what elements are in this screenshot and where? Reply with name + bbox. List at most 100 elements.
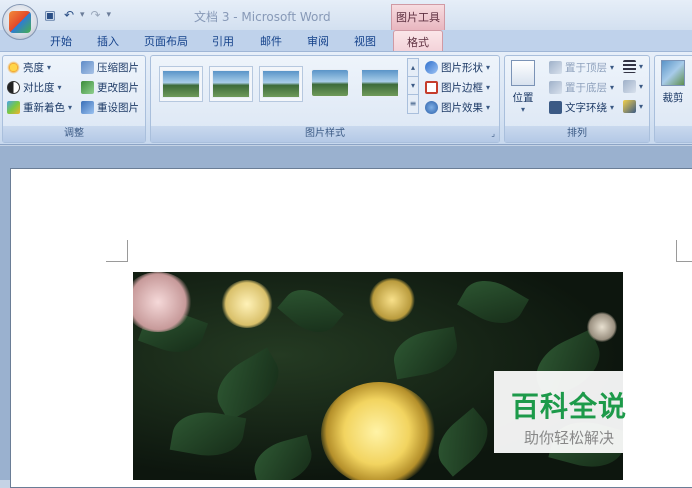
picture-styles-group-label: 图片样式 ⌟	[151, 126, 499, 142]
recolor-button[interactable]: 重新着色 ▾	[7, 100, 72, 115]
chevron-down-icon: ▾	[68, 103, 73, 112]
picture-effects-icon	[425, 101, 438, 114]
compress-pictures-button[interactable]: 压缩图片	[81, 60, 139, 75]
send-to-back-button[interactable]: 置于底层 ▾	[549, 80, 614, 95]
pale-yellow-rose	[221, 280, 273, 328]
send-to-back-label: 置于底层	[565, 82, 607, 94]
redo-icon[interactable]: ↷	[88, 7, 104, 23]
watermark-sub: 助你轻松解决	[523, 429, 614, 447]
chevron-down-icon: ▾	[47, 63, 52, 72]
tab-view[interactable]: 视图	[354, 33, 376, 49]
change-picture-button[interactable]: 更改图片	[81, 80, 139, 95]
gallery-more-icon[interactable]: ≡	[408, 95, 418, 113]
small-yellow-rose	[369, 278, 415, 322]
undo-icon[interactable]: ↶	[61, 7, 77, 23]
chevron-down-icon: ▾	[639, 82, 644, 91]
rotate-button[interactable]: ▾	[623, 100, 643, 113]
text-wrapping-label: 文字环绕	[565, 102, 607, 114]
position-label: 位置	[512, 92, 534, 104]
bring-to-front-button[interactable]: 置于顶层 ▾	[549, 60, 614, 75]
watermark: 百科全说 助你轻松解决	[494, 371, 644, 453]
reset-picture-label: 重设图片	[97, 102, 139, 114]
rotate-icon	[623, 100, 636, 113]
style-thumb-5-image	[361, 69, 399, 97]
picture-shape-icon	[425, 61, 438, 74]
tab-mailings[interactable]: 邮件	[260, 33, 282, 49]
white-bud	[587, 312, 617, 342]
chevron-down-icon: ▾	[486, 63, 491, 72]
picture-border-icon	[425, 81, 438, 94]
tab-format[interactable]: 格式	[393, 30, 443, 52]
reset-picture-button[interactable]: 重设图片	[81, 100, 139, 115]
crop-button[interactable]: 裁剪	[661, 60, 685, 105]
tab-review[interactable]: 审阅	[307, 33, 329, 49]
compress-icon	[81, 61, 94, 74]
dialog-launcher-icon[interactable]: ⌟	[491, 126, 495, 142]
arrange-group: 位置 ▾ 置于顶层 ▾ 置于底层 ▾ 文字环绕 ▾ ▾ ▾ ▾ 排列	[504, 55, 650, 143]
adjust-group-label: 调整	[3, 126, 145, 142]
crop-label: 裁剪	[662, 92, 684, 104]
size-group-label	[655, 126, 692, 142]
tab-insert[interactable]: 插入	[97, 33, 119, 49]
align-button[interactable]: ▾	[623, 60, 643, 73]
chevron-down-icon: ▾	[639, 62, 644, 71]
picture-border-button[interactable]: 图片边框 ▾	[425, 80, 490, 95]
text-wrapping-button[interactable]: 文字环绕 ▾	[549, 100, 614, 115]
leaf-shape	[389, 326, 462, 380]
group-button[interactable]: ▾	[623, 80, 643, 93]
align-icon	[623, 60, 636, 73]
text-wrapping-icon	[549, 101, 562, 114]
ribbon: 亮度 ▾ 对比度 ▾ 重新着色 ▾ 压缩图片 更改图片 重设图片 调整 ▴ ▾ …	[0, 51, 692, 145]
adjust-group: 亮度 ▾ 对比度 ▾ 重新着色 ▾ 压缩图片 更改图片 重设图片 调整	[2, 55, 146, 143]
style-thumb-3-image	[262, 70, 300, 98]
bring-to-front-label: 置于顶层	[565, 62, 607, 74]
leaf-shape	[206, 347, 290, 422]
leaf-shape	[248, 434, 318, 480]
picture-styles-group: ▴ ▾ ≡ 图片形状 ▾ 图片边框 ▾ 图片效果 ▾ 图片样式 ⌟	[150, 55, 500, 143]
title-bar: ▣ ↶ ▾ ↷ ▾ 文档 3 - Microsoft Word 图片工具	[0, 0, 692, 40]
margin-marker-left	[106, 240, 128, 262]
customize-qat-icon[interactable]: ▾	[107, 10, 112, 20]
style-thumb-1[interactable]	[159, 66, 203, 102]
brightness-button[interactable]: 亮度 ▾	[7, 60, 51, 75]
style-thumb-5[interactable]	[359, 66, 403, 102]
leaf-shape	[457, 272, 529, 335]
undo-dropdown-icon[interactable]: ▾	[80, 10, 85, 20]
leaf-shape	[427, 407, 499, 477]
office-button[interactable]	[2, 4, 38, 40]
gallery-scrollbar[interactable]: ▴ ▾ ≡	[407, 58, 419, 114]
arrange-group-label: 排列	[505, 126, 649, 142]
save-icon[interactable]: ▣	[42, 7, 58, 23]
contrast-button[interactable]: 对比度 ▾	[7, 80, 62, 95]
contextual-tab-title: 图片工具	[391, 4, 445, 30]
chevron-down-icon: ▾	[486, 83, 491, 92]
group-objects-icon	[623, 80, 636, 93]
style-thumb-2-image	[212, 70, 250, 98]
tab-page-layout[interactable]: 页面布局	[144, 33, 188, 49]
ribbon-tabs: 开始 插入 页面布局 引用 邮件 审阅 视图 格式	[0, 30, 692, 52]
style-thumb-3[interactable]	[259, 66, 303, 102]
style-thumb-4-image	[311, 69, 349, 97]
style-thumb-2[interactable]	[209, 66, 253, 102]
chevron-down-icon: ▾	[610, 83, 615, 92]
recolor-label: 重新着色	[23, 102, 65, 114]
chevron-down-icon: ▾	[610, 63, 615, 72]
office-logo-icon	[9, 11, 31, 33]
gallery-down-icon[interactable]: ▾	[408, 77, 418, 95]
picture-styles-label-text: 图片样式	[305, 128, 345, 139]
tab-home[interactable]: 开始	[50, 33, 72, 49]
picture-effects-button[interactable]: 图片效果 ▾	[425, 100, 490, 115]
tab-references[interactable]: 引用	[212, 33, 234, 49]
margin-marker-right	[676, 240, 692, 262]
position-button[interactable]: 位置 ▾	[511, 60, 535, 114]
picture-shape-button[interactable]: 图片形状 ▾	[425, 60, 490, 75]
gallery-up-icon[interactable]: ▴	[408, 59, 418, 77]
compress-label: 压缩图片	[97, 62, 139, 74]
style-thumb-4[interactable]	[309, 66, 353, 102]
main-yellow-rose	[321, 382, 437, 480]
chevron-down-icon: ▾	[520, 105, 525, 114]
quick-access-toolbar: ▣ ↶ ▾ ↷ ▾	[42, 6, 111, 24]
change-picture-label: 更改图片	[97, 82, 139, 94]
style-thumb-1-image	[162, 70, 200, 98]
contrast-label: 对比度	[23, 82, 55, 94]
